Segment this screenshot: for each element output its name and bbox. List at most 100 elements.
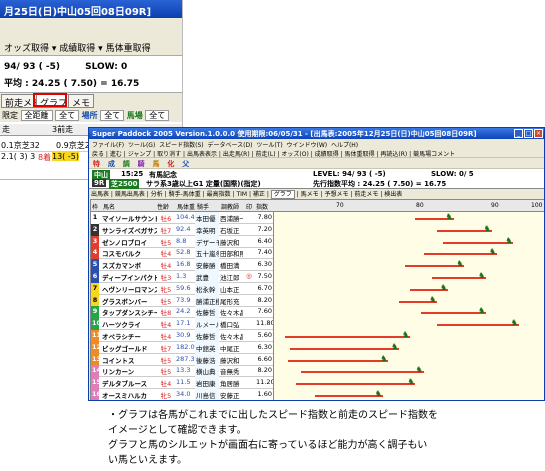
tab-analysis[interactable]: 分析 (151, 191, 163, 198)
mark-cell[interactable] (243, 224, 255, 236)
race-card-button[interactable]: 出馬表表示 (187, 151, 217, 158)
table-row[interactable]: 11オペラシチー牡4 30.9 佐藤哲佐々木晶 5.60 ♞ (91, 330, 544, 342)
forward-button[interactable]: 進む (110, 151, 122, 158)
tab-tim[interactable]: TIM (236, 191, 247, 198)
horse-name[interactable]: デルタブルース (99, 377, 157, 389)
runners-button[interactable]: 出走馬(R) (223, 151, 250, 158)
mark-cell[interactable] (243, 295, 255, 307)
speed-chart-cell: ♞ (273, 306, 544, 319)
sex-age: 牡4 (160, 321, 172, 330)
mark-cell[interactable] (243, 354, 255, 366)
mark-cell[interactable] (243, 247, 255, 259)
close-icon[interactable]: × (534, 129, 543, 138)
table-row[interactable]: 8グラスボンバー牡5 73.9 勝浦正樹尾形充 8.20 ♞ (91, 294, 544, 307)
results-fetch-button[interactable]: 成績取得 (59, 44, 95, 54)
horse-name[interactable]: コスモバルク (99, 247, 157, 259)
tab-keiba-card[interactable]: 競馬出馬表 (115, 191, 145, 198)
mark-cell[interactable] (243, 212, 255, 224)
training-button[interactable]: 調 (122, 159, 131, 169)
chevron-down-icon[interactable]: ▾ (98, 44, 105, 54)
undo-button[interactable]: 取り消す (157, 151, 181, 158)
table-row[interactable]: 4コスモバルク牡4 52.8 五十嵐冬田部和則 7.40 ♞ (91, 247, 544, 260)
mark-cell[interactable] (243, 389, 255, 400)
table-row[interactable]: 14リンカーン牡5 13.3 横山典音無秀 8.20 ♞ (91, 365, 544, 378)
table-row[interactable]: 16オースミハルカ牝5 34.0 川島信安藤正 1.60 ♞ (91, 389, 544, 400)
table-header: 枠 馬名 性齢 馬体重 騎手 調教師 印 指数 70 80 90 100 (91, 200, 544, 212)
horse-name[interactable]: オースミハルカ (99, 389, 157, 400)
table-row[interactable]: 12ビッグゴールド牡7 182.0中舘英中尾正 6.30 ♞ (91, 341, 544, 354)
jockey-button[interactable]: 騎 (137, 159, 146, 169)
table-row[interactable]: 15デルタブルース牡4 11.5 岩田康角居勝 11.20 ♞ (91, 377, 544, 390)
mark-cell[interactable]: ◎ (243, 271, 255, 283)
horse-name[interactable]: コイントス (99, 354, 157, 366)
table-row[interactable]: 5 スズカマンボ 牡4 16.8 安藤勝 橋田満 6.30 ♞ (91, 259, 544, 272)
weight-button[interactable]: 馬体重取得 (345, 151, 375, 158)
odds-button[interactable]: オッズ(O) (281, 151, 308, 158)
reload-button[interactable]: 再読込(R) (380, 151, 407, 158)
mark-cell[interactable] (243, 330, 255, 342)
mark-cell[interactable] (243, 283, 255, 295)
tab-race-card[interactable]: 出馬表 (91, 191, 109, 198)
table-row[interactable]: 7 ヘヴンリーロマンス 牝5 59.6 松永幹 山本正 6.70 ♞ (91, 282, 544, 295)
baba-select[interactable]: 全て (145, 110, 170, 121)
mark-cell[interactable] (243, 306, 255, 318)
mark-cell[interactable] (243, 318, 255, 330)
tab-prediction-memo[interactable]: 予想メモ (325, 191, 349, 198)
place-select[interactable]: 全て (100, 110, 125, 121)
horse-name[interactable]: ビッグゴールド (99, 342, 157, 354)
table-row[interactable]: 13コイントス牡5 287.3後藤浩藤沢和 6.60 ♞ (91, 353, 544, 366)
sex-age: 牡7 (160, 344, 172, 353)
sire-button[interactable]: 父 (181, 159, 190, 169)
tab-jockey-weight[interactable]: 騎手-馬体重 (169, 191, 201, 198)
table-row[interactable]: 9タップダンスシチー牡8 24.2 佐藤哲佐々木晶 7.60 ♞ (91, 306, 544, 319)
tab-horse-memo[interactable]: 馬メモ (301, 191, 319, 198)
table-row[interactable]: 1マイソールサウンド牡6 104.4本田優西浦勝一 7.80 ♞ (91, 212, 544, 224)
horse-name[interactable]: グラスボンバー (99, 295, 157, 307)
tab-correction[interactable]: 補正 (253, 191, 265, 198)
back-button[interactable]: 戻る (92, 151, 104, 158)
prev-run-button[interactable]: 前走(L) (256, 151, 276, 158)
table-row[interactable]: 10ハーツクライ牡4 17.1 ルメール橋口弘 11.80 ♞ (91, 318, 544, 331)
tab-graph-active[interactable]: グラフ (270, 190, 295, 199)
odds-fetch-button[interactable]: オッズ取得 (4, 44, 49, 54)
change-button[interactable]: 化 (166, 159, 175, 169)
special-button[interactable]: 特 (92, 159, 101, 169)
sex-age: 牡7 (160, 226, 172, 235)
tab-detection[interactable]: 検出表 (384, 191, 402, 198)
jockey-name: 佐藤哲 (195, 330, 219, 342)
tab-best-index[interactable]: 最高指数 (207, 191, 231, 198)
maximize-icon[interactable]: □ (524, 129, 533, 138)
table-row[interactable]: 3ゼンノロブロイ牡5 8.8 デザーモ藤沢和 6.40 ♞ (91, 235, 544, 248)
minimize-icon[interactable]: _ (514, 129, 523, 138)
table-row[interactable]: 2 サンライズペガサス 牡7 92.4 幸英明 石坂正 7.20 ♞ (91, 223, 544, 236)
horse-name[interactable]: ハーツクライ (99, 318, 157, 330)
horse-name[interactable]: ディープインパクト (99, 271, 157, 283)
record-button[interactable]: 成 (107, 159, 116, 169)
speed-index: 6.60 (257, 354, 272, 363)
horse-name[interactable]: ヘヴンリーロマンス (99, 283, 157, 295)
tab-prev-run-memo[interactable]: 前走メモ (354, 191, 378, 198)
mark-cell[interactable] (243, 365, 255, 377)
course-comment-button[interactable]: 競馬場コメント (413, 151, 455, 158)
results-button[interactable]: 成績取得 (315, 151, 339, 158)
tab-memo[interactable]: メモ (68, 94, 95, 109)
horse-name[interactable]: オペラシチー (99, 330, 157, 342)
speed-graph-table: 枠 馬名 性齢 馬体重 騎手 調教師 印 指数 70 80 90 100 1 マイ… (90, 199, 544, 400)
mark-cell[interactable] (243, 259, 255, 271)
distance-filter[interactable]: 全距離 (20, 110, 53, 121)
horse-button[interactable]: 馬 (152, 159, 161, 169)
horse-name[interactable]: サンライズペガサス (99, 224, 157, 236)
filter-select[interactable]: 全て (55, 110, 80, 121)
horse-name[interactable]: ゼンノロブロイ (99, 236, 157, 248)
horse-name[interactable]: マイソールサウンド (99, 212, 157, 224)
mark-cell[interactable] (243, 236, 255, 248)
jump-button[interactable]: ジャンプ (128, 151, 152, 158)
horse-name[interactable]: スズカマンボ (99, 259, 157, 271)
mark-cell[interactable] (243, 342, 255, 354)
horse-name[interactable]: タップダンスシチー (99, 306, 157, 318)
mark-cell[interactable] (243, 377, 255, 389)
speed-chart-cell: ♞ (273, 318, 544, 331)
weight-fetch-button[interactable]: 馬体重取得 (106, 44, 151, 54)
table-row[interactable]: 6 ディープインパクト 牡3 1.3 武豊 池江郎 ◎ 7.50 ♞ (91, 271, 544, 283)
horse-name[interactable]: リンカーン (99, 365, 157, 377)
